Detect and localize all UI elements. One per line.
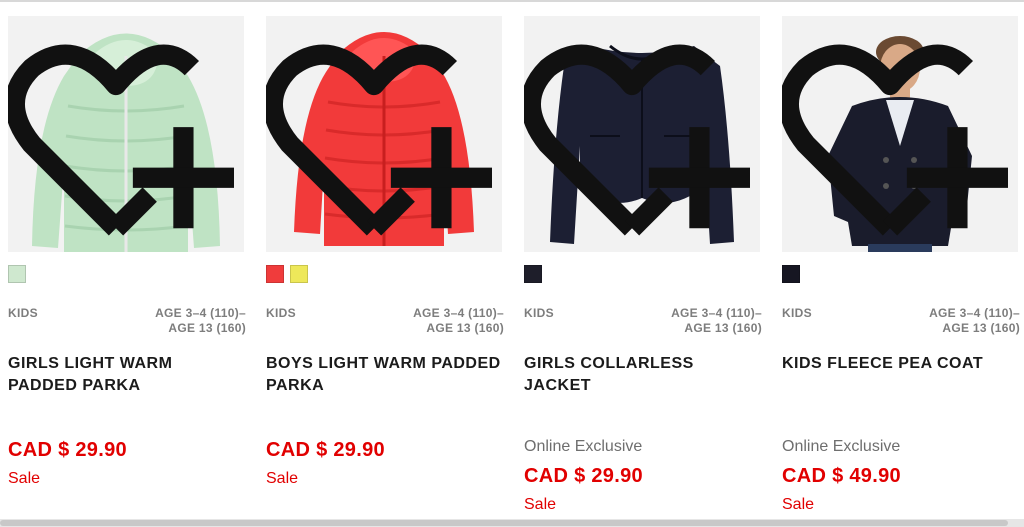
- age-range: AGE 3–4 (110)– AGE 13 (160): [671, 306, 762, 335]
- color-swatches: [524, 265, 542, 283]
- product-category: KIDS: [266, 306, 296, 320]
- product-card[interactable]: KIDS AGE 3–4 (110)– AGE 13 (160) KIDS FLE…: [782, 0, 1020, 520]
- sale-label: Sale: [524, 496, 557, 513]
- online-exclusive-label: Online Exclusive: [524, 438, 643, 455]
- product-card[interactable]: KIDS AGE 3–4 (110)– AGE 13 (160) GIRLS LI…: [8, 0, 246, 520]
- online-exclusive-label: Online Exclusive: [782, 438, 901, 455]
- product-title[interactable]: KIDS FLEECE PEA COAT: [782, 353, 1018, 375]
- heart-plus-icon[interactable]: [8, 26, 234, 252]
- product-grid: KIDS AGE 3–4 (110)– AGE 13 (160) GIRLS LI…: [0, 0, 1024, 520]
- heart-plus-icon[interactable]: [782, 26, 1008, 252]
- scrollbar-thumb[interactable]: [0, 520, 1008, 526]
- product-price: CAD $ 29.90: [524, 465, 643, 487]
- product-price: CAD $ 29.90: [8, 439, 127, 461]
- color-swatch[interactable]: [782, 265, 800, 283]
- product-image[interactable]: [524, 16, 760, 252]
- age-range: AGE 3–4 (110)– AGE 13 (160): [413, 306, 504, 335]
- color-swatches: [266, 265, 308, 283]
- product-category: KIDS: [8, 306, 38, 320]
- product-image[interactable]: [8, 16, 244, 252]
- product-price: CAD $ 29.90: [266, 439, 385, 461]
- product-title[interactable]: GIRLS COLLARLESS JACKET: [524, 353, 760, 397]
- product-card[interactable]: KIDS AGE 3–4 (110)– AGE 13 (160) GIRLS CO…: [524, 0, 762, 520]
- heart-plus-icon[interactable]: [266, 26, 492, 252]
- product-image[interactable]: [266, 16, 502, 252]
- product-title[interactable]: GIRLS LIGHT WARM PADDED PARKA: [8, 353, 244, 397]
- color-swatches: [8, 265, 26, 283]
- color-swatch[interactable]: [266, 265, 284, 283]
- age-range: AGE 3–4 (110)– AGE 13 (160): [155, 306, 246, 335]
- heart-plus-icon[interactable]: [524, 26, 750, 252]
- sale-label: Sale: [8, 470, 41, 487]
- color-swatch[interactable]: [8, 265, 26, 283]
- product-card[interactable]: KIDS AGE 3–4 (110)– AGE 13 (160) BOYS LIG…: [266, 0, 504, 520]
- sale-label: Sale: [782, 496, 815, 513]
- age-range: AGE 3–4 (110)– AGE 13 (160): [929, 306, 1020, 335]
- color-swatch[interactable]: [524, 265, 542, 283]
- color-swatches: [782, 265, 800, 283]
- product-image[interactable]: [782, 16, 1018, 252]
- product-price: CAD $ 49.90: [782, 465, 901, 487]
- product-category: KIDS: [524, 306, 554, 320]
- product-title[interactable]: BOYS LIGHT WARM PADDED PARKA: [266, 353, 502, 397]
- product-category: KIDS: [782, 306, 812, 320]
- color-swatch[interactable]: [290, 265, 308, 283]
- sale-label: Sale: [266, 470, 299, 487]
